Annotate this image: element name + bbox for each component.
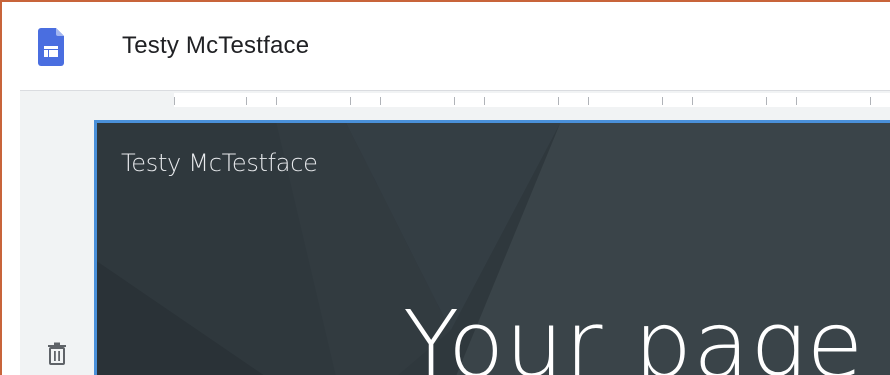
editor-window: Testy McTestface Testy McTestface Your p… [0,0,890,375]
section-tools-rail [20,108,90,375]
ruler-tick [796,97,797,105]
ruler [20,90,890,109]
ruler-tick [692,97,693,105]
trash-icon[interactable] [46,342,68,366]
ruler-tick [174,97,175,105]
ruler-tick [380,97,381,105]
ruler-tick [350,97,351,105]
top-bar: Testy McTestface [2,2,890,90]
ruler-tick [276,97,277,105]
ruler-track [174,93,890,107]
ruler-tick [662,97,663,105]
ruler-tick [588,97,589,105]
document-title[interactable]: Testy McTestface [122,32,309,60]
google-sites-icon[interactable] [38,28,64,66]
ruler-tick [246,97,247,105]
ruler-tick [484,97,485,105]
ruler-tick [558,97,559,105]
ruler-tick [766,97,767,105]
page-title[interactable]: Your page [403,299,864,375]
site-name[interactable]: Testy McTestface [121,149,318,177]
header-section[interactable]: Testy McTestface Your page [94,120,890,375]
ruler-tick [454,97,455,105]
left-margin [2,90,20,375]
ruler-tick [870,97,871,105]
